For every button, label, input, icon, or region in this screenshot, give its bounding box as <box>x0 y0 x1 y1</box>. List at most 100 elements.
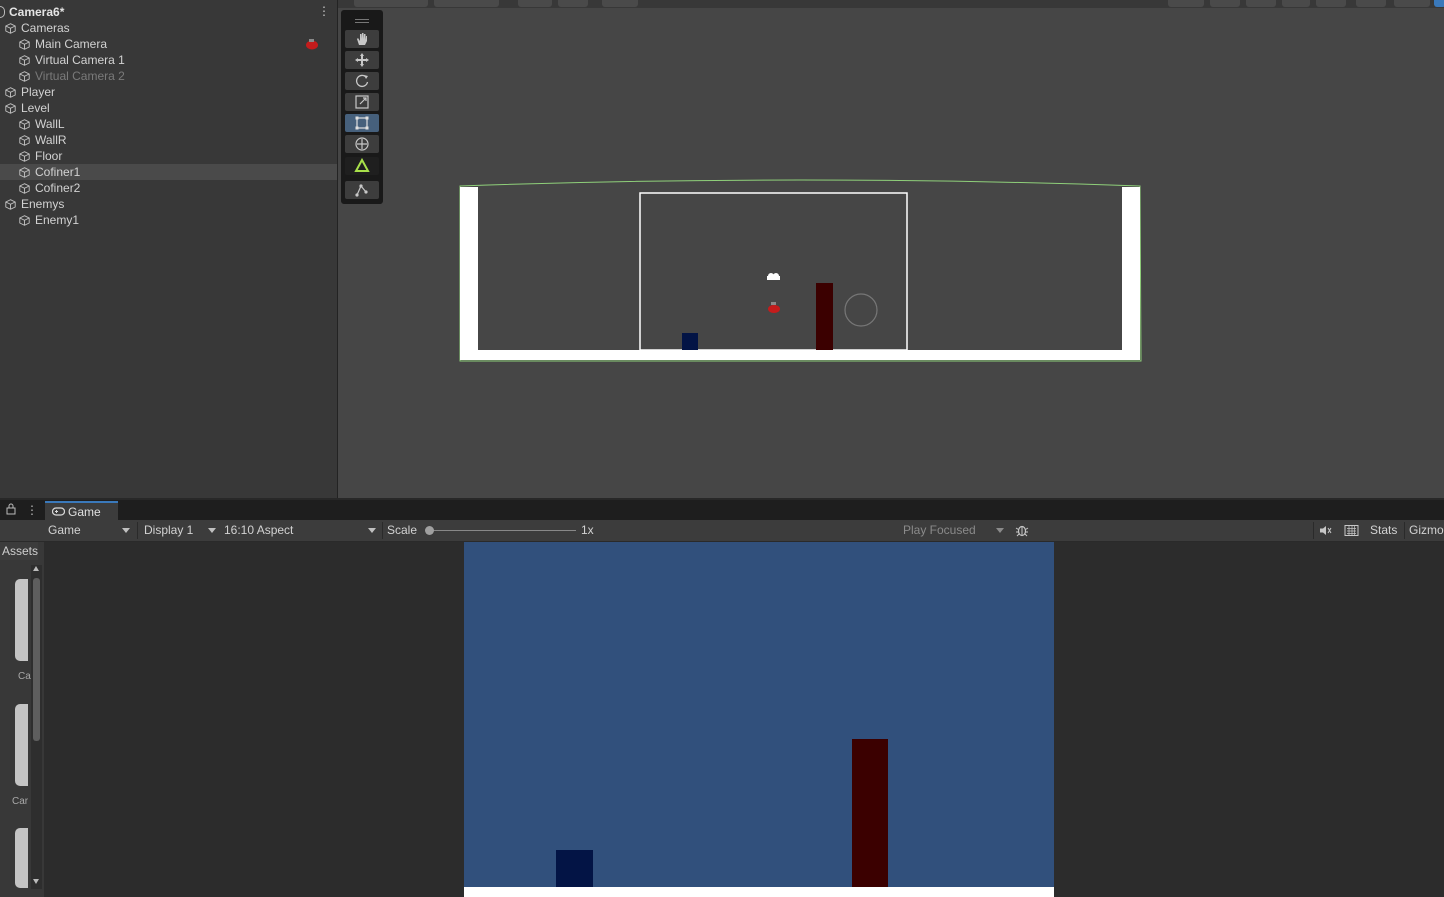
stats-button[interactable]: Stats <box>1370 520 1397 541</box>
hierarchy-item-label: Virtual Camera 2 <box>35 69 125 83</box>
hierarchy-item-label: WallL <box>35 117 65 131</box>
hierarchy-item[interactable]: Player <box>0 84 337 100</box>
hierarchy-item[interactable]: Floor <box>0 148 337 164</box>
gizmos-toggle-button[interactable] <box>1434 0 1444 7</box>
hierarchy-item-label: Cofiner1 <box>35 165 81 179</box>
wall-left <box>460 187 478 360</box>
incremental-snap-button[interactable] <box>602 0 638 7</box>
scroll-up-arrow-icon[interactable] <box>33 566 39 571</box>
gameobject-cube-icon <box>19 166 30 178</box>
hierarchy-item-label: Floor <box>35 149 63 163</box>
grid-snap-button[interactable] <box>518 0 552 7</box>
gameobject-cube-icon <box>5 198 16 210</box>
hierarchy-item[interactable]: Cofiner2 <box>0 180 337 196</box>
hierarchy-item-label: Virtual Camera 1 <box>35 53 125 67</box>
asset-thumbnail[interactable] <box>15 579 28 661</box>
asset-label: Ca <box>18 671 31 682</box>
global-local-button[interactable] <box>434 0 499 7</box>
hand-tool-button[interactable] <box>345 30 379 48</box>
audio-toggle-button[interactable] <box>1282 0 1310 7</box>
player-block <box>682 333 698 350</box>
custom-tool-button[interactable] <box>345 157 379 175</box>
game-mode-dropdown[interactable]: Game <box>44 520 132 541</box>
game-tab-bar <box>0 500 1444 520</box>
scroll-down-arrow-icon[interactable] <box>33 879 39 884</box>
hierarchy-item[interactable]: Main Camera <box>0 36 337 52</box>
gameobject-cube-icon <box>5 102 16 114</box>
scene-visibility-button[interactable] <box>1356 0 1386 7</box>
hierarchy-item[interactable]: Level <box>0 100 337 116</box>
scene-name: Camera6* <box>9 5 65 19</box>
transform-tool-button[interactable] <box>345 135 379 153</box>
bone-tool-icon <box>355 184 368 197</box>
hierarchy-item-label: Enemy1 <box>35 213 80 227</box>
rotate-tool-icon <box>356 74 369 88</box>
asset-label: Car <box>12 796 29 807</box>
kebab-menu-icon[interactable]: ⋮ <box>318 4 330 20</box>
scene-camera-button[interactable] <box>1394 0 1430 7</box>
mute-audio-icon[interactable] <box>1318 524 1332 537</box>
display-value: Display 1 <box>144 523 194 537</box>
2d-toggle-button[interactable] <box>1210 0 1240 7</box>
enemy-block <box>816 283 833 350</box>
asset-thumbnail[interactable] <box>15 828 28 888</box>
assets-tab[interactable]: Assets <box>0 542 38 560</box>
hierarchy-item[interactable]: Enemy1 <box>0 212 337 228</box>
move-tool-button[interactable] <box>345 51 379 69</box>
hierarchy-item[interactable]: WallL <box>0 116 337 132</box>
scene-view[interactable] <box>338 8 1444 498</box>
hierarchy-item-label: Cameras <box>21 21 70 35</box>
hand-tool-icon <box>357 33 367 45</box>
scale-tool-button[interactable] <box>345 93 379 111</box>
aspect-value: 16:10 Aspect <box>224 523 294 537</box>
play-mode-dropdown[interactable]: Play Focused <box>898 520 1006 541</box>
rect-tool-button[interactable] <box>345 114 379 132</box>
hierarchy-item[interactable]: Cameras <box>0 20 337 36</box>
hierarchy-item[interactable]: Virtual Camera 2 <box>0 68 337 84</box>
gameobject-cube-icon <box>19 134 30 146</box>
scale-value: 1x <box>581 523 594 537</box>
tab-game-label: Game <box>68 505 101 519</box>
rotate-tool-button[interactable] <box>345 72 379 90</box>
bone-tool-button[interactable] <box>345 181 379 199</box>
unity-scene-icon <box>0 6 5 18</box>
tab-menu-icon[interactable]: ⋮ <box>26 503 38 517</box>
hierarchy-panel: Camera6* ⋮ Cameras Main Camera Virtual Cam… <box>0 0 338 498</box>
bug-icon[interactable] <box>1015 523 1029 537</box>
move-tool-icon <box>355 53 369 67</box>
pivot-center-button[interactable] <box>354 0 428 7</box>
game-toolbar: Game Display 1 16:10 Aspect Scale 1x Pla… <box>0 520 1444 542</box>
gizmos-button[interactable]: Gizmo <box>1409 520 1444 541</box>
draw-mode-button[interactable] <box>1168 0 1204 7</box>
game-sky <box>464 542 1054 897</box>
cinemachine-brain-icon <box>306 39 318 50</box>
game-viewport[interactable] <box>464 542 1054 897</box>
display-dropdown[interactable]: Display 1 <box>140 520 218 541</box>
aspect-dropdown[interactable]: 16:10 Aspect <box>220 520 378 541</box>
hierarchy-item[interactable]: Cofiner1 <box>0 164 337 180</box>
scale-slider-handle[interactable] <box>425 526 434 535</box>
keyboard-shortcuts-icon[interactable] <box>1344 524 1359 537</box>
gameobject-cube-icon <box>19 214 30 226</box>
tool-palette-grip[interactable] <box>355 19 369 23</box>
scene-toolbar <box>338 0 1444 8</box>
circle-collider-gizmo <box>844 293 878 327</box>
gameobject-cube-icon <box>5 22 16 34</box>
game-enemy <box>852 739 888 887</box>
scene-header-row[interactable]: Camera6* ⋮ <box>0 4 337 20</box>
hierarchy-item[interactable]: Virtual Camera 1 <box>0 52 337 68</box>
scrollbar-thumb[interactable] <box>33 578 40 741</box>
lock-icon[interactable] <box>6 503 16 515</box>
effects-toggle-button[interactable] <box>1316 0 1346 7</box>
scene-canvas <box>459 179 1142 362</box>
tab-game[interactable]: Game <box>45 501 118 520</box>
divider <box>382 522 383 539</box>
asset-thumbnail[interactable] <box>15 704 28 786</box>
snap-increment-button[interactable] <box>558 0 588 7</box>
lighting-toggle-button[interactable] <box>1246 0 1276 7</box>
play-mode-value: Play Focused <box>903 523 976 537</box>
hierarchy-item[interactable]: WallR <box>0 132 337 148</box>
scale-slider-track[interactable] <box>428 530 576 531</box>
camera-frame <box>639 192 908 351</box>
hierarchy-item[interactable]: Enemys <box>0 196 337 212</box>
